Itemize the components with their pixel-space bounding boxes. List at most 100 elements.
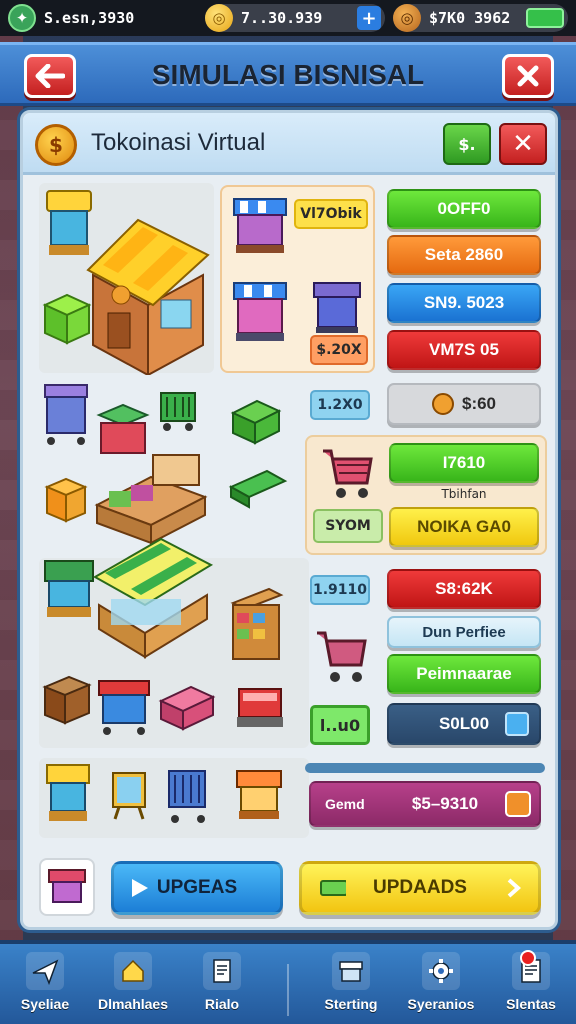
panel-close-button[interactable]: ✕	[499, 123, 547, 165]
green-box[interactable]	[41, 291, 93, 347]
home-icon	[114, 952, 152, 990]
nav-label-0: Syeliae	[20, 996, 70, 1012]
orange-box[interactable]	[43, 475, 89, 527]
red-cart[interactable]	[319, 445, 375, 505]
notification-badge	[520, 950, 536, 966]
stall-selection-tile[interactable]: Vl7Obik $.20X	[220, 185, 375, 373]
stat-cash: ◎ $7K0 3962	[393, 4, 568, 32]
add-coins-button[interactable]: +	[357, 6, 381, 30]
document-icon	[512, 950, 550, 990]
upgrade-button[interactable]: UPGEAS	[111, 861, 283, 915]
store-icon	[332, 952, 370, 990]
green-bench[interactable]	[227, 467, 289, 513]
blue-stall[interactable]	[230, 195, 290, 263]
close-button[interactable]	[502, 54, 554, 98]
green-stand[interactable]	[41, 557, 97, 629]
main-shop-building[interactable]	[83, 205, 213, 375]
cart-upgrade-button[interactable]: I7610	[389, 443, 539, 483]
panel-header: $ Tokoinasi Virtual $. ✕	[23, 113, 555, 175]
stall-tag: Vl7Obik	[294, 199, 368, 229]
panel-title: Tokoinasi Virtual	[91, 129, 266, 156]
yellow-kiosk[interactable]	[43, 187, 95, 265]
progress-bar	[305, 763, 545, 773]
purple-counter[interactable]	[41, 381, 91, 449]
green-action-button[interactable]: Peimnaarae	[387, 654, 541, 694]
cart-yellow-button[interactable]: NOIKA GA0	[389, 507, 539, 547]
striped-stall[interactable]	[230, 279, 290, 351]
blue-basket-cart[interactable]	[163, 765, 211, 829]
bread-crate[interactable]	[41, 673, 93, 733]
cart-side-tag: SYOM	[313, 509, 383, 543]
stat-coins: ◎ 7..30.939 +	[205, 4, 385, 32]
blue-button[interactable]: SN9. 5023	[387, 283, 541, 323]
nav-label-2: Rialo	[204, 996, 240, 1012]
cash-stack-icon	[320, 880, 346, 896]
dollar-coin-icon: $	[35, 124, 77, 166]
chevron-right-icon	[507, 878, 522, 898]
stat-gems: ✦ S.esn,3930	[8, 4, 142, 32]
shop-panel: $ Tokoinasi Virtual $. ✕ Vl7Obik $.20X 0…	[20, 110, 558, 930]
header-bar: SIMULASI BISNISAL	[0, 42, 576, 106]
red-button[interactable]: VM7S 05	[387, 330, 541, 370]
shelf-unit[interactable]	[229, 585, 285, 665]
cart-upgrade-tile[interactable]: I7610 Tbihfan SYOM NOIKA GA0	[305, 435, 547, 555]
shield-coin-icon	[431, 393, 454, 415]
purple-cabinet[interactable]	[310, 279, 364, 339]
yellow-stand[interactable]	[43, 761, 93, 833]
pink-tray[interactable]	[157, 681, 217, 735]
orange-button[interactable]: Seta 2860	[387, 235, 541, 275]
nav-item-4[interactable]: Syeranios	[396, 952, 486, 1024]
green-basket[interactable]	[157, 389, 199, 435]
stat-coins-value: 7..30.939	[241, 9, 323, 27]
back-button[interactable]	[24, 54, 76, 98]
red-register[interactable]	[233, 683, 287, 735]
close-icon	[517, 65, 539, 87]
pink-label: Gemd	[325, 796, 365, 812]
pink-purchase-button[interactable]: Gemd $5–9310	[309, 781, 541, 827]
nav-label-5: Slentas	[506, 996, 556, 1012]
energy-bar	[526, 8, 564, 28]
level-tag: l..u0	[310, 705, 370, 745]
shop-icon-box[interactable]	[39, 858, 95, 916]
red-price-button[interactable]: S8:62K	[387, 569, 541, 609]
stat-gems-value: S.esn,3930	[44, 9, 135, 27]
red-awning-cart[interactable]	[95, 677, 153, 741]
stall-price-tag: $.20X	[310, 335, 368, 365]
plane-icon	[26, 952, 64, 990]
square-icon	[505, 712, 529, 736]
page-title: SIMULASI BISNISAL	[151, 59, 425, 90]
sign-board[interactable]	[109, 769, 149, 823]
status-bar: ✦ S.esn,3930 ◎ 7..30.939 + ◎ $7K0 3962	[0, 0, 576, 36]
arrow-left-icon	[35, 64, 65, 88]
market-stall[interactable]	[91, 529, 215, 661]
currency-button[interactable]: $.	[443, 123, 491, 165]
price-button[interactable]: $:60	[387, 383, 541, 425]
gem-icon: ✦	[8, 4, 36, 32]
updates-button[interactable]: UPDAADS	[299, 861, 541, 915]
multiplier-tag: 1.2X0	[310, 390, 370, 420]
lightblue-button[interactable]: Dun Perfiee	[387, 616, 541, 648]
nav-item-3[interactable]: Sterting	[306, 952, 396, 1024]
pink-value: $5–9310	[411, 794, 479, 813]
nav-label-4: Syeranios	[407, 996, 475, 1012]
nav-label-3: Sterting	[324, 996, 378, 1012]
upgrade-green-button[interactable]: 0OFF0	[387, 189, 541, 229]
coin-icon: ◎	[205, 4, 233, 32]
navy-button[interactable]: S0L00	[387, 703, 541, 745]
nav-label-1: Dlmahlaes	[97, 996, 169, 1012]
orange-booth[interactable]	[233, 767, 285, 825]
cart-caption: Tbihfan	[441, 487, 487, 501]
nav-item-1[interactable]: Dlmahlaes	[88, 952, 178, 1024]
shop-bag-icon	[505, 791, 531, 817]
nav-divider	[287, 964, 289, 1016]
navy-button-label: S0L00	[438, 714, 490, 733]
nav-item-0[interactable]: Syeliae	[0, 952, 90, 1024]
green-bush[interactable]	[227, 395, 285, 449]
updates-button-label: UPDAADS	[373, 877, 467, 898]
nav-item-5[interactable]: Slentas	[486, 950, 576, 1024]
nav-item-2[interactable]: Rialo	[177, 952, 267, 1024]
price-value: $:60	[461, 394, 497, 413]
play-arrow-icon	[132, 879, 148, 897]
pink-cart[interactable]	[313, 627, 369, 689]
store-icon	[48, 869, 86, 903]
